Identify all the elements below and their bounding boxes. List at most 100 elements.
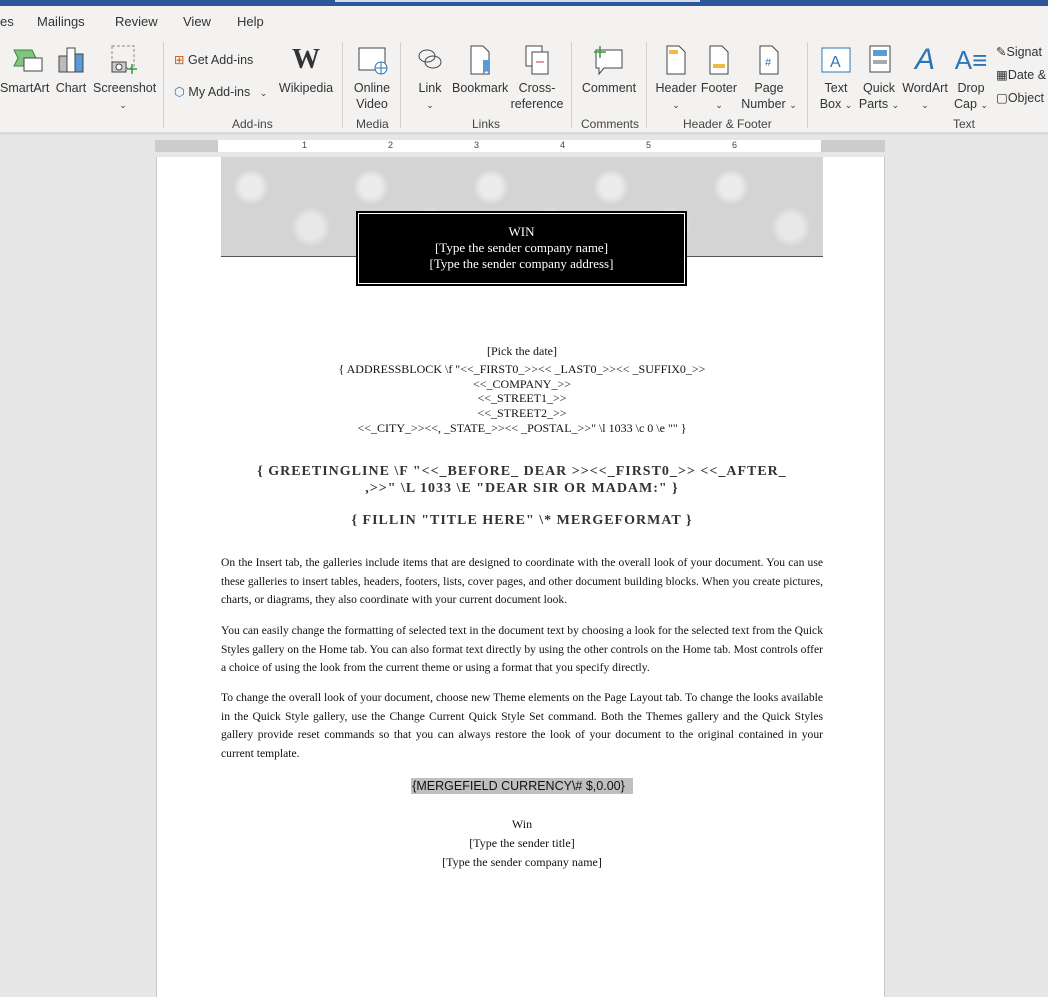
comment-label: Comment <box>581 81 637 95</box>
page-number-icon: # <box>740 44 798 76</box>
sender-company: [Type the sender company name] <box>434 240 609 255</box>
object-button[interactable]: ▢Object <box>996 90 1044 105</box>
bookmark-button[interactable]: Bookmark <box>452 44 508 96</box>
address-line: { ADDRESSBLOCK \f "<<_FIRST0_>><< _LAST0… <box>338 362 706 376</box>
chart-button[interactable]: Chart <box>54 44 88 96</box>
tab-help[interactable]: Help <box>237 14 264 29</box>
footer-label: Footer <box>700 81 738 95</box>
cross-reference-button[interactable]: Cross-reference <box>510 44 564 112</box>
ruler-mark: 3 <box>474 140 480 150</box>
greeting-line[interactable]: { GREETINGLINE \F "<<_BEFORE_ DEAR >><<_… <box>221 463 823 497</box>
footer-icon <box>699 44 739 76</box>
date-field[interactable]: [Pick the date] <box>221 344 823 359</box>
text-box-button[interactable]: A Text Box ⌄ <box>815 44 857 113</box>
wordart-label: WordArt <box>902 81 948 95</box>
address-line: <<_STREET2_>> <box>477 406 567 421</box>
address-line: <<_STREET1_>> <box>477 391 567 406</box>
ribbon: SmartArt Chart Screenshot ⌄ ⊞ Get Add-ins… <box>0 36 1048 133</box>
link-label: Link <box>418 81 442 95</box>
addins-icon: ⬡ <box>174 85 185 99</box>
ruler-mark: 4 <box>560 140 566 150</box>
group-label-header-footer: Header & Footer <box>683 117 772 131</box>
group-label-addins: Add-ins <box>232 117 273 131</box>
mergefield-currency[interactable]: {MERGEFIELD CURRENCY\# $,0.00} <box>411 778 633 794</box>
tab-mailings[interactable]: Mailings <box>37 14 85 29</box>
calendar-icon: ▦ <box>996 68 1008 82</box>
sender-name: WIN <box>508 224 535 239</box>
drop-cap-icon: A≡ <box>954 45 988 75</box>
wordart-icon: A <box>914 43 935 76</box>
smartart-icon <box>0 44 48 76</box>
comment-icon <box>579 44 639 76</box>
tab-view[interactable]: View <box>183 14 211 29</box>
page-number-label: Page <box>754 81 784 95</box>
footer-button[interactable]: Footer ⌄ <box>699 44 739 113</box>
object-icon: ▢ <box>996 91 1008 105</box>
group-label-comments: Comments <box>581 117 640 131</box>
sender-address: [Type the sender company address] <box>429 256 614 271</box>
chevron-down-icon: ⌄ <box>259 88 268 98</box>
tab-review[interactable]: Review <box>115 14 158 29</box>
online-video-label: Online <box>353 81 391 95</box>
search-box[interactable] <box>335 0 700 2</box>
document-page[interactable]: WIN [Type the sender company name] [Type… <box>156 157 885 997</box>
wikipedia-button[interactable]: W Wikipedia <box>278 44 334 96</box>
chart-icon <box>54 44 88 76</box>
header-button[interactable]: Header ⌄ <box>654 44 698 113</box>
drop-cap-button[interactable]: A≡ Drop Cap ⌄ <box>952 44 990 113</box>
quick-parts-button[interactable]: Quick Parts ⌄ <box>857 44 901 113</box>
chevron-down-icon: ⌄ <box>715 100 723 110</box>
date-time-button[interactable]: ▦Date & <box>996 67 1046 82</box>
group-label-media: Media <box>356 117 389 131</box>
date-time-label: Date & <box>1007 68 1047 82</box>
chart-label: Chart <box>55 81 87 95</box>
body-paragraph[interactable]: On the Insert tab, the galleries include… <box>221 554 823 610</box>
my-addins-button[interactable]: ⬡ My Add-ins ⌄ <box>174 84 267 99</box>
get-addins-button[interactable]: ⊞ Get Add-ins <box>174 52 253 67</box>
screenshot-icon <box>93 44 153 76</box>
fillin-title[interactable]: { FILLIN "TITLE HERE" \* MERGEFORMAT } <box>221 512 823 529</box>
group-label-text: Text <box>953 117 976 131</box>
comment-button[interactable]: Comment <box>579 44 639 96</box>
signoff-block[interactable]: Win [Type the sender title] [Type the se… <box>221 815 823 872</box>
header-sender-box[interactable]: WIN [Type the sender company name] [Type… <box>356 211 687 286</box>
wordart-button[interactable]: A WordArt ⌄ <box>900 44 950 113</box>
svg-text:#: # <box>765 57 772 69</box>
wikipedia-icon: W <box>292 44 320 75</box>
quick-parts-icon <box>857 44 901 76</box>
cross-reference-label-2: reference <box>510 97 564 111</box>
svg-text:A: A <box>830 54 841 71</box>
chevron-down-icon: ⌄ <box>119 100 127 110</box>
header-icon <box>654 44 698 76</box>
cross-reference-label: Cross- <box>518 81 556 95</box>
signature-line-button[interactable]: ✎Signat <box>996 44 1042 59</box>
body-paragraph[interactable]: You can easily change the formatting of … <box>221 622 823 678</box>
screenshot-button[interactable]: Screenshot ⌄ <box>93 44 157 113</box>
body-paragraph[interactable]: To change the overall look of your docum… <box>221 689 823 764</box>
ruler-mark: 6 <box>732 140 738 150</box>
online-video-button[interactable]: Online Video <box>350 44 394 112</box>
page-number-button[interactable]: # Page Number ⌄ <box>740 44 798 113</box>
smartart-button[interactable]: SmartArt <box>0 44 50 96</box>
address-line: <<_COMPANY_>> <box>473 376 571 391</box>
online-video-label-2: Video <box>356 97 388 111</box>
store-icon: ⊞ <box>174 53 185 67</box>
chevron-down-icon: ⌄ <box>672 100 680 110</box>
ruler-mark: 1 <box>302 140 308 150</box>
drop-cap-label: Drop <box>957 81 985 95</box>
ruler-mark: 2 <box>388 140 394 150</box>
bookmark-icon <box>452 44 508 76</box>
smartart-label: SmartArt <box>0 81 50 95</box>
ruler-mark: 5 <box>646 140 652 150</box>
wikipedia-label: Wikipedia <box>278 81 334 95</box>
horizontal-ruler[interactable]: 1 2 3 4 5 6 <box>155 140 885 152</box>
link-button[interactable]: Link ⌄ <box>412 44 448 113</box>
greeting-line-2: ,>>" \L 1033 \E "DEAR SIR OR MADAM:" } <box>365 481 679 496</box>
bookmark-label: Bookmark <box>452 81 509 95</box>
chevron-down-icon: ⌄ <box>789 100 797 110</box>
tab-references[interactable]: es <box>0 14 14 29</box>
chevron-down-icon: ⌄ <box>426 100 434 110</box>
screenshot-label: Screenshot <box>93 81 157 95</box>
address-block[interactable]: { ADDRESSBLOCK \f "<<_FIRST0_>><< _LAST0… <box>221 362 823 436</box>
signature-icon: ✎ <box>996 45 1007 59</box>
